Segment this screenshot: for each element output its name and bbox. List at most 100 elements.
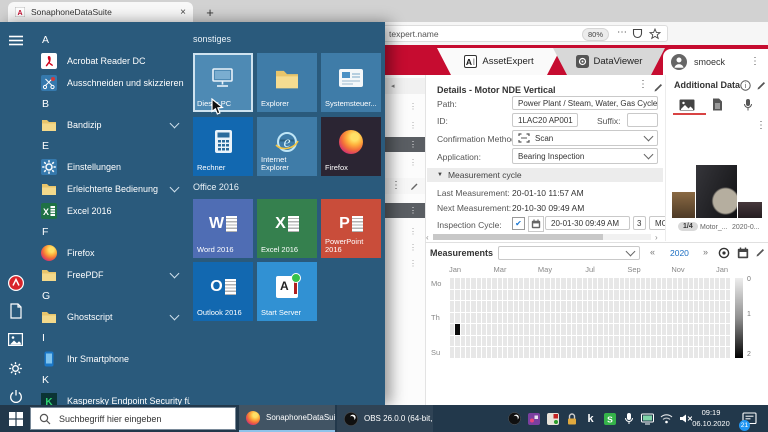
heatmap-cell[interactable] xyxy=(477,336,481,347)
heatmap-cell[interactable] xyxy=(598,301,602,312)
info-icon[interactable]: i xyxy=(740,80,751,91)
heatmap-cell[interactable] xyxy=(699,336,703,347)
heatmap-cell[interactable] xyxy=(673,290,677,301)
heatmap-cell[interactable] xyxy=(662,324,666,335)
heatmap-cell[interactable] xyxy=(561,290,565,301)
collapse-icon[interactable]: ◂ xyxy=(391,82,395,90)
heatmap-cell[interactable] xyxy=(720,313,724,324)
heatmap-cell[interactable] xyxy=(609,324,613,335)
heatmap-cell[interactable] xyxy=(545,290,549,301)
heatmap-cell[interactable] xyxy=(556,347,560,358)
heatmap-cell[interactable] xyxy=(535,313,539,324)
heatmap-cell[interactable] xyxy=(514,336,518,347)
heatmap-cell[interactable] xyxy=(604,313,608,324)
heatmap-cell[interactable] xyxy=(625,313,629,324)
heatmap-cell[interactable] xyxy=(720,278,724,289)
heatmap-cell[interactable] xyxy=(710,313,714,324)
rail-account-button[interactable] xyxy=(7,274,24,291)
heatmap-cell[interactable] xyxy=(583,313,587,324)
heatmap-cell[interactable] xyxy=(614,324,618,335)
heatmap-cell[interactable] xyxy=(598,336,602,347)
heatmap-cell[interactable] xyxy=(577,324,581,335)
heatmap-cell[interactable] xyxy=(641,290,645,301)
heatmap-cell[interactable] xyxy=(630,336,634,347)
heatmap-cell[interactable] xyxy=(704,336,708,347)
heatmap-cell[interactable] xyxy=(651,290,655,301)
horizontal-scrollbar[interactable] xyxy=(433,234,651,240)
heatmap-cell[interactable] xyxy=(492,324,496,335)
heatmap-cell[interactable] xyxy=(466,313,470,324)
heatmap-cell[interactable] xyxy=(535,336,539,347)
heatmap-cell[interactable] xyxy=(604,301,608,312)
inspection-unit-select[interactable]: MONT xyxy=(649,216,666,230)
heatmap-cell[interactable] xyxy=(583,324,587,335)
heatmap-cell[interactable] xyxy=(636,313,640,324)
images-tab-icon[interactable] xyxy=(679,99,695,111)
heatmap-cell[interactable] xyxy=(636,278,640,289)
heatmap-cell[interactable] xyxy=(577,347,581,358)
heatmap-cell[interactable] xyxy=(508,347,512,358)
heatmap-cell[interactable] xyxy=(646,301,650,312)
heatmap-cell[interactable] xyxy=(620,336,624,347)
heatmap-cell[interactable] xyxy=(540,301,544,312)
taskbar-button-obs-26-0-0-64-bit[interactable]: OBS 26.0.0 (64-bit, ... xyxy=(337,405,433,432)
heatmap-cell[interactable] xyxy=(466,347,470,358)
heatmap-cell[interactable] xyxy=(487,301,491,312)
heatmap-cell[interactable] xyxy=(710,301,714,312)
heatmap-cell[interactable] xyxy=(694,278,698,289)
heatmap-cell[interactable] xyxy=(471,347,475,358)
heatmap-cell[interactable] xyxy=(561,278,565,289)
heatmap-cell[interactable] xyxy=(694,301,698,312)
heatmap-cell[interactable] xyxy=(673,278,677,289)
tree-row[interactable]: ⋮ xyxy=(385,100,425,113)
tray-obs-tray-icon[interactable] xyxy=(508,412,521,426)
tray-lock-icon[interactable] xyxy=(565,412,578,426)
documents-tab-icon[interactable] xyxy=(712,98,723,111)
heatmap-cell[interactable] xyxy=(466,324,470,335)
heatmap-cell[interactable] xyxy=(726,336,730,347)
heatmap-cell[interactable] xyxy=(614,313,618,324)
heatmap-cell[interactable] xyxy=(657,324,661,335)
heatmap-cell[interactable] xyxy=(646,347,650,358)
rail-settings-button[interactable] xyxy=(7,360,24,377)
heatmap-cell[interactable] xyxy=(519,347,523,358)
heatmap-cell[interactable] xyxy=(657,347,661,358)
heatmap-cell[interactable] xyxy=(450,347,454,358)
heatmap-cell[interactable] xyxy=(492,278,496,289)
start-app-excel-2016[interactable]: XExcel 2016 xyxy=(30,200,190,222)
taskbar-button-sonaphonedatasuit[interactable]: SonaphoneDataSuit... xyxy=(239,405,335,432)
bookmark-star-icon[interactable] xyxy=(649,28,661,43)
tree-row[interactable]: ⋮ xyxy=(385,137,425,152)
heatmap-cell[interactable] xyxy=(651,336,655,347)
chevron-down-icon[interactable] xyxy=(170,269,180,279)
heatmap-cell[interactable] xyxy=(593,278,597,289)
heatmap-cell[interactable] xyxy=(593,336,597,347)
heatmap-cell[interactable] xyxy=(710,336,714,347)
heatmap-cell[interactable] xyxy=(630,301,634,312)
heatmap-cell[interactable] xyxy=(593,301,597,312)
heatmap-cell[interactable] xyxy=(715,324,719,335)
heatmap-cell[interactable] xyxy=(662,336,666,347)
heatmap-cell[interactable] xyxy=(471,278,475,289)
heatmap-cell[interactable] xyxy=(641,336,645,347)
heatmap-cell[interactable] xyxy=(689,347,693,358)
heatmap-cell[interactable] xyxy=(651,301,655,312)
heatmap-cell[interactable] xyxy=(646,324,650,335)
tile-firefox[interactable]: Firefox xyxy=(321,117,381,176)
kebab-icon[interactable]: ⋮ xyxy=(409,103,417,111)
heatmap-cell[interactable] xyxy=(641,301,645,312)
heatmap-cell[interactable] xyxy=(609,336,613,347)
heatmap-cell[interactable] xyxy=(567,290,571,301)
heatmap-cell[interactable] xyxy=(450,301,454,312)
heatmap-cell[interactable] xyxy=(598,290,602,301)
heatmap-cell[interactable] xyxy=(524,336,528,347)
heatmap-cell[interactable] xyxy=(487,347,491,358)
chevron-down-icon[interactable] xyxy=(170,183,180,193)
heatmap-cell[interactable] xyxy=(535,324,539,335)
heatmap-cell[interactable] xyxy=(646,336,650,347)
heatmap-cell[interactable] xyxy=(466,336,470,347)
heatmap-cell[interactable] xyxy=(530,347,534,358)
heatmap-cell[interactable] xyxy=(471,290,475,301)
confirmation-method-select[interactable]: Scan xyxy=(512,130,658,146)
heatmap-cell[interactable] xyxy=(514,290,518,301)
